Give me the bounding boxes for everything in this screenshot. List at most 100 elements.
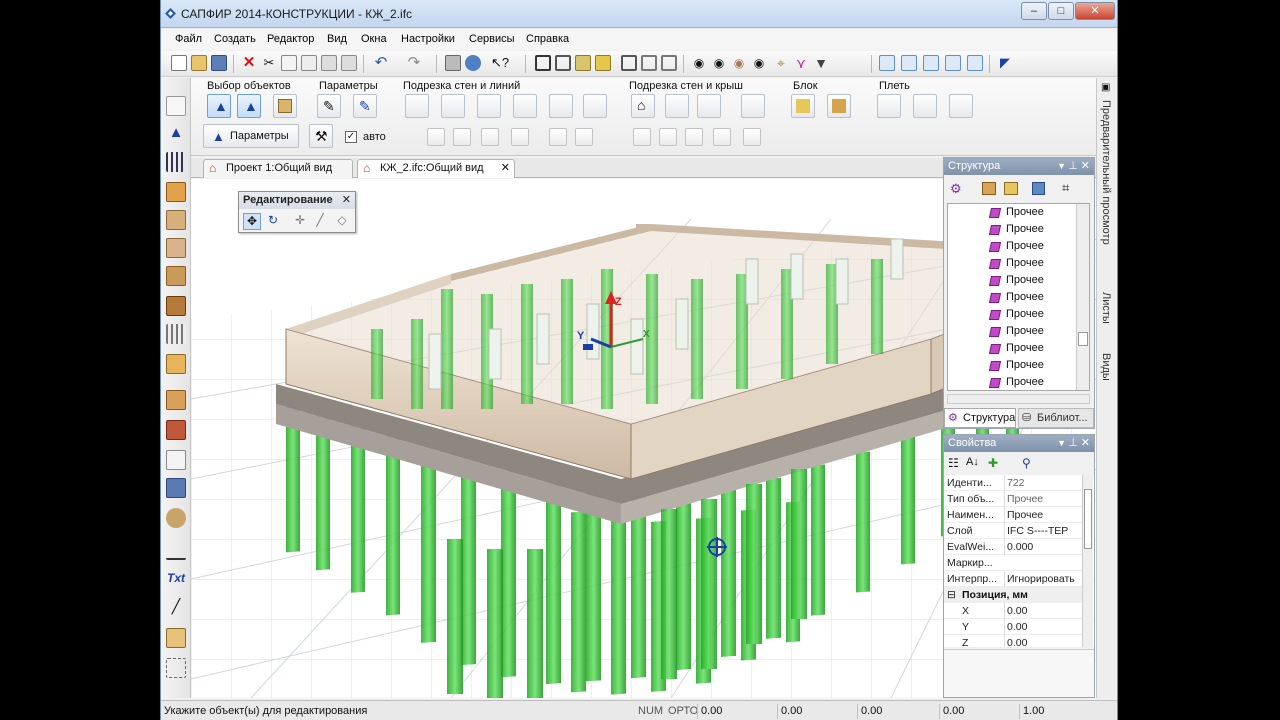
editing-panel-close-icon[interactable]: ✕ [342, 192, 351, 208]
binoculars-icon[interactable]: ⌗ [1062, 180, 1069, 196]
prop-row-name[interactable]: Наимен... Прочее [944, 507, 1084, 523]
cut-5-button[interactable] [549, 128, 567, 146]
props-scrollbar[interactable] [1082, 475, 1093, 647]
view-wire2-icon[interactable] [641, 55, 657, 71]
layers-tool-icon[interactable] [166, 96, 186, 116]
wall-tool-icon[interactable] [166, 182, 186, 202]
grid-snap-icon[interactable] [879, 55, 895, 71]
text-tool-icon[interactable]: Txt [166, 568, 186, 588]
line-tool-icon[interactable]: ╱ [166, 598, 186, 618]
slab-1-button[interactable] [877, 94, 901, 118]
eye3-icon[interactable]: ◉ [731, 55, 747, 71]
tree-item[interactable]: Прочее [948, 255, 1078, 272]
slab-3-button[interactable] [949, 94, 973, 118]
cut-icon[interactable]: ✂ [261, 55, 277, 71]
paste-special-icon[interactable] [341, 55, 357, 71]
params-button[interactable]: ▲ Параметры [203, 124, 299, 148]
trim-wall-6-button[interactable] [583, 94, 607, 118]
eye-icon[interactable]: ◉ [691, 55, 707, 71]
tree-item[interactable]: Прочее [948, 374, 1078, 390]
collapse-icon[interactable]: ⊟ [947, 587, 956, 603]
select-filter-icon[interactable]: ⋎ [793, 55, 809, 71]
new-file-icon[interactable] [171, 55, 187, 71]
structure-filter-icon[interactable]: ⚙ [950, 181, 962, 197]
help-icon[interactable] [465, 55, 481, 71]
tree-item[interactable]: Прочее [948, 221, 1078, 238]
block-1-button[interactable] [791, 94, 815, 118]
params-pick-button[interactable]: ✎ [317, 94, 341, 118]
paste-icon[interactable] [321, 55, 337, 71]
cut-4-button[interactable] [511, 128, 529, 146]
grid-tool-icon[interactable] [166, 152, 186, 172]
menu-help[interactable]: Справка [526, 33, 569, 45]
tree-item[interactable]: Прочее [948, 306, 1078, 323]
select-filter-button[interactable] [273, 94, 297, 118]
print-icon[interactable] [445, 55, 461, 71]
cut-11-button[interactable] [743, 128, 761, 146]
cut-3-button[interactable] [481, 128, 499, 146]
prop-row-layer[interactable]: Слой IFC S----TEP [944, 523, 1084, 539]
menu-editor[interactable]: Редактор [267, 33, 314, 45]
object-tool-icon[interactable] [166, 508, 186, 528]
copy-icon[interactable] [281, 55, 297, 71]
door-tool-icon[interactable] [166, 296, 186, 316]
panel-close-icon[interactable]: ✕ [1081, 158, 1090, 174]
select-object-button[interactable]: ▲ [207, 94, 231, 118]
select-tool-icon[interactable]: ▲ [166, 124, 186, 144]
building-icon[interactable] [982, 182, 996, 195]
cut-2-button[interactable] [453, 128, 471, 146]
rotate-icon[interactable]: ↻ [264, 213, 282, 230]
menu-services[interactable]: Сервисы [469, 33, 515, 45]
move-icon[interactable]: ✥ [243, 213, 261, 230]
tab-close-icon[interactable]: ✕ [501, 160, 510, 177]
view-shaded-icon[interactable] [575, 55, 591, 71]
equipment-tool-icon[interactable] [166, 478, 186, 498]
tree-item[interactable]: Прочее [948, 289, 1078, 306]
structure-tree[interactable]: Прочее Прочее Прочее Прочее Прочее Проче… [947, 203, 1090, 391]
dimension-tool-icon[interactable] [166, 540, 186, 560]
window-tool-icon[interactable] [166, 324, 186, 344]
prop-group-position[interactable]: ⊟ Позиция, мм [944, 587, 1084, 603]
stair-tool-icon[interactable] [166, 390, 186, 410]
prop-row-interpretation[interactable]: Интерпр... Игнорировать [944, 571, 1084, 587]
trim-wall-3-button[interactable] [477, 94, 501, 118]
prop-row-marking[interactable]: Маркир... [944, 555, 1084, 571]
column-tool-icon[interactable] [166, 238, 186, 258]
hand-tool-icon[interactable] [166, 628, 186, 648]
grid-view-icon[interactable] [1032, 182, 1045, 195]
prop-row-z[interactable]: Z 0.00 [944, 635, 1084, 647]
tree-scrollbar[interactable] [1076, 204, 1089, 390]
save-icon[interactable] [211, 55, 227, 71]
slab-2-button[interactable] [913, 94, 937, 118]
search-icon[interactable]: ⚲ [1022, 456, 1031, 470]
tree-item[interactable]: Прочее [948, 340, 1078, 357]
prop-row-x[interactable]: X 0.00 [944, 603, 1084, 619]
node-snap-icon[interactable] [945, 55, 961, 71]
undo-icon[interactable]: ↶ [373, 55, 389, 71]
folder-icon[interactable] [1004, 182, 1018, 195]
close-button[interactable]: ✕ [1075, 2, 1115, 20]
tree-item[interactable]: Прочее [948, 357, 1078, 374]
tree-scroll-thumb[interactable] [1078, 332, 1088, 346]
props-scroll-thumb[interactable] [1084, 489, 1092, 549]
opening-tool-icon[interactable] [166, 420, 186, 440]
pick-icon[interactable]: ⌖ [773, 55, 789, 71]
redo-icon[interactable]: ↷ [406, 55, 422, 71]
menu-windows[interactable]: Окна [361, 33, 387, 45]
menu-settings[interactable]: Настройки [401, 33, 455, 45]
point-snap-icon[interactable] [923, 55, 939, 71]
tab-structure[interactable]: ⚙ Структура [944, 408, 1016, 428]
tree-item[interactable]: Прочее [948, 272, 1078, 289]
view-box-icon[interactable] [535, 55, 551, 71]
trim-wall-4-button[interactable] [513, 94, 537, 118]
props-pin-icon[interactable]: ⊥ [1068, 435, 1078, 451]
trim-wall-5-button[interactable] [549, 94, 573, 118]
sort-az-icon[interactable]: A↓ [966, 456, 979, 468]
menu-create[interactable]: Создать [214, 33, 256, 45]
eye4-icon[interactable]: ◉ [751, 55, 767, 71]
room-tool-icon[interactable] [166, 450, 186, 470]
context-help-icon[interactable]: ↖? [491, 55, 509, 71]
magnet-icon[interactable]: ◤ [997, 55, 1013, 71]
cut-10-button[interactable] [713, 128, 731, 146]
trim-roof-1-button[interactable]: ⌂ [631, 94, 655, 118]
